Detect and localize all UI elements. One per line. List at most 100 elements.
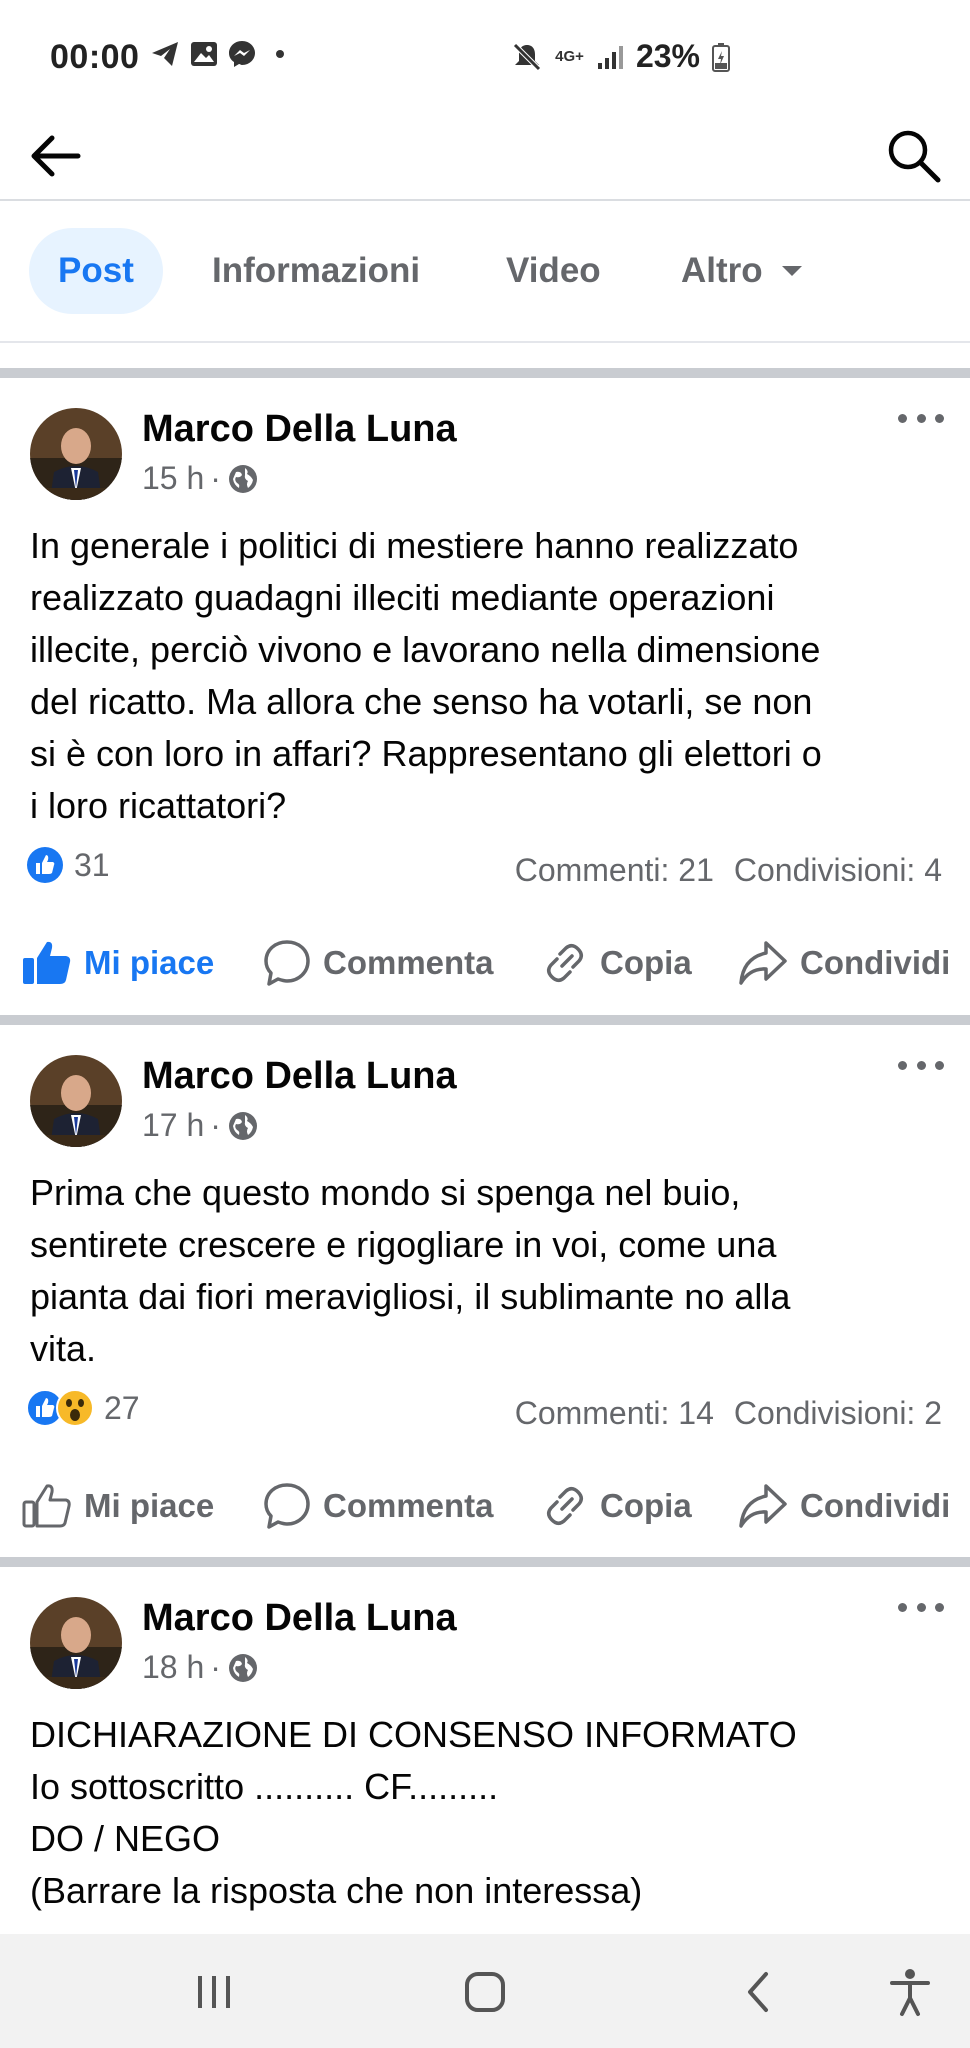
share-icon [739, 941, 787, 985]
more-notifications-dot [276, 50, 284, 58]
tab-altro[interactable]: Altro [681, 228, 803, 314]
post-stats: Commenti: 21 Condivisioni: 4 [515, 852, 942, 889]
feed-separator [0, 1015, 970, 1025]
comment-label: Commenta [323, 1487, 494, 1524]
link-icon [547, 1487, 583, 1525]
app-bar [0, 110, 970, 200]
nav-back-button[interactable] [728, 1964, 788, 2020]
search-button[interactable] [884, 126, 944, 186]
action-bar: Mi piace Commenta Copia Condividi [0, 1471, 970, 1541]
tabs-divider [0, 341, 970, 343]
more-options-button[interactable] [898, 408, 944, 428]
like-label: Mi piace [84, 944, 215, 981]
avatar[interactable] [30, 1055, 122, 1147]
avatar-image [30, 1597, 122, 1689]
shares-count[interactable]: Condivisioni: 2 [734, 1395, 942, 1431]
post-author[interactable]: Marco Della Luna [142, 408, 457, 451]
comments-count[interactable]: Commenti: 21 [515, 852, 714, 888]
telegram-icon [152, 42, 178, 66]
reaction-count: 31 [74, 846, 110, 883]
post-meta: 15 h · [142, 460, 259, 497]
thumbs-up-filled-icon [23, 941, 71, 984]
shares-count[interactable]: Condivisioni: 4 [734, 852, 942, 888]
recent-apps-button[interactable] [184, 1964, 244, 2020]
comment-label: Commenta [323, 944, 494, 981]
post-card: Marco Della Luna 18 h · DICHIARAZIONE DI… [0, 1567, 970, 1934]
comment-button[interactable]: Commenta [263, 928, 494, 998]
tab-post[interactable]: Post [29, 228, 163, 314]
avatar[interactable] [30, 1597, 122, 1689]
avatar[interactable] [30, 408, 122, 500]
post-time[interactable]: 15 h [142, 460, 204, 497]
post-card: Marco Della Luna 15 h · In generale i po… [0, 378, 970, 1015]
comment-button[interactable]: Commenta [263, 1471, 494, 1541]
post-meta: 17 h · [142, 1107, 259, 1144]
messenger-icon [229, 41, 255, 67]
copy-label: Copia [600, 1487, 692, 1524]
post-meta: 18 h · [142, 1649, 259, 1686]
avatar-image [30, 1055, 122, 1147]
comment-icon [264, 1483, 310, 1529]
post-card: Marco Della Luna 17 h · Prima che questo… [0, 1025, 970, 1557]
post-author[interactable]: Marco Della Luna [142, 1055, 457, 1098]
share-label: Condividi [800, 944, 951, 981]
share-label: Condividi [800, 1487, 951, 1524]
feed-separator [0, 368, 970, 378]
home-icon [465, 1972, 505, 2012]
globe-icon [228, 1111, 257, 1140]
search-icon [888, 130, 941, 183]
notification-icons [150, 40, 284, 68]
comment-icon [264, 940, 310, 986]
signal-icon [597, 45, 623, 69]
post-time[interactable]: 17 h [142, 1107, 204, 1144]
system-icons: 4G+ 23% [511, 38, 730, 75]
share-icon [739, 1484, 787, 1528]
share-button[interactable]: Condividi [738, 928, 950, 998]
tab-altro-label: Altro [681, 251, 763, 290]
battery-percent: 23% [635, 38, 700, 74]
accessibility-button[interactable] [880, 1964, 940, 2020]
wow-reaction-icon [56, 1389, 94, 1427]
reaction-summary[interactable]: 31 [26, 846, 110, 884]
back-chevron-icon [748, 1972, 768, 2012]
mute-icon [513, 42, 541, 71]
battery-icon [712, 42, 730, 72]
copy-label: Copia [600, 944, 692, 981]
globe-icon [228, 1653, 257, 1682]
reaction-summary[interactable]: 27 [26, 1389, 140, 1427]
globe-icon [228, 464, 257, 493]
like-button[interactable]: Mi piace [22, 1471, 214, 1541]
caret-down-icon [781, 266, 802, 276]
home-button[interactable] [455, 1964, 515, 2020]
tab-video[interactable]: Video [506, 228, 601, 314]
system-nav-bar [0, 1934, 970, 2048]
more-options-button[interactable] [898, 1055, 944, 1075]
post-text: DICHIARAZIONE DI CONSENSO INFORMATO Io s… [30, 1714, 797, 1911]
recent-apps-icon [198, 1976, 230, 2008]
gallery-icon [191, 42, 217, 66]
feed-separator [0, 1557, 970, 1567]
post-time[interactable]: 18 h [142, 1649, 204, 1686]
network-type: 4G+ [555, 48, 584, 65]
post-text: Prima che questo mondo si spenga nel bui… [30, 1172, 791, 1369]
post-author[interactable]: Marco Della Luna [142, 1597, 457, 1640]
tab-informazioni[interactable]: Informazioni [212, 228, 420, 314]
status-bar: 00:00 4G+ 23% [0, 0, 970, 110]
back-button[interactable] [26, 128, 86, 184]
avatar-image [30, 408, 122, 500]
share-button[interactable]: Condividi [738, 1471, 950, 1541]
status-time: 00:00 [50, 38, 140, 76]
copy-button[interactable]: Copia [542, 1471, 692, 1541]
reaction-count: 27 [104, 1389, 140, 1426]
more-options-button[interactable] [898, 1597, 944, 1617]
comments-count[interactable]: Commenti: 14 [515, 1395, 714, 1431]
thumbs-up-icon [22, 1484, 71, 1528]
copy-button[interactable]: Copia [542, 928, 692, 998]
post-text: In generale i politici di mestiere hanno… [30, 525, 822, 826]
like-button[interactable]: Mi piace [22, 928, 214, 998]
appbar-divider [0, 199, 970, 201]
action-bar: Mi piace Commenta Copia Condividi [0, 928, 970, 998]
back-arrow-icon [31, 135, 81, 177]
profile-tabs: Post Informazioni Video Altro [0, 228, 970, 314]
accessibility-icon [890, 1969, 930, 2016]
